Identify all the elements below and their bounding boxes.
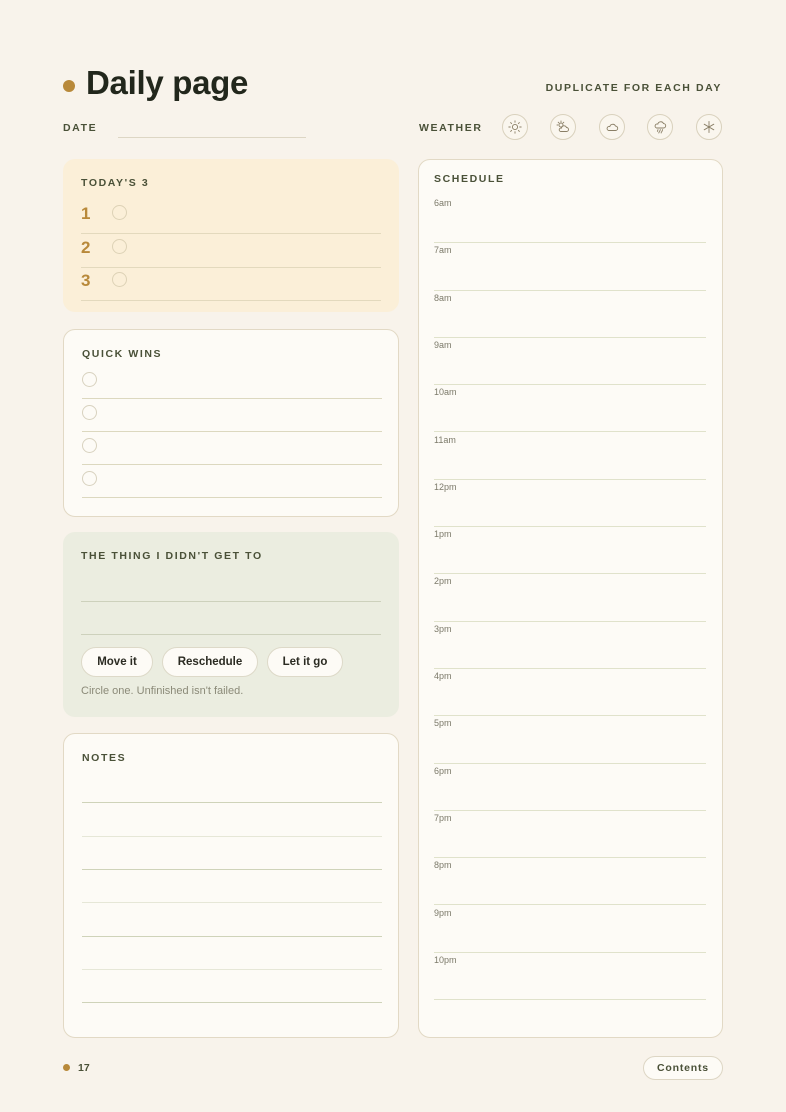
page-number: 17 bbox=[78, 1062, 90, 1074]
time-label: 10am bbox=[434, 387, 457, 398]
schedule-slot[interactable]: 9pm bbox=[434, 906, 706, 953]
time-label: 9pm bbox=[434, 907, 452, 918]
title-bullet bbox=[63, 80, 75, 92]
schedule-slot[interactable]: 7am bbox=[434, 243, 706, 291]
time-label: 6am bbox=[434, 198, 452, 208]
item-number: 3 bbox=[81, 271, 91, 290]
duplicate-note: DUPLICATE FOR EACH DAY bbox=[545, 82, 722, 94]
weather-label: WEATHER bbox=[419, 122, 483, 134]
item-number: 2 bbox=[81, 238, 91, 257]
date-label: DATE bbox=[63, 122, 98, 134]
page-title: Daily page bbox=[86, 64, 249, 101]
time-label: 8pm bbox=[434, 860, 452, 871]
schedule-slot[interactable]: 2pm bbox=[434, 574, 706, 622]
schedule-slot[interactable]: 5pm bbox=[434, 716, 706, 764]
schedule-slot[interactable]: 1pm bbox=[434, 527, 706, 575]
schedule-slot[interactable]: 8pm bbox=[434, 858, 706, 906]
schedule-slot[interactable]: 8am bbox=[434, 291, 706, 338]
time-label: 10pm bbox=[434, 954, 457, 965]
reschedule-button[interactable]: Reschedule bbox=[162, 647, 258, 677]
move-it-button[interactable]: Move it bbox=[81, 647, 153, 677]
writing-line[interactable] bbox=[82, 836, 382, 837]
schedule-slot[interactable]: 6pm bbox=[434, 764, 706, 811]
time-label: 7am bbox=[434, 245, 452, 256]
time-label: 1pm bbox=[434, 529, 452, 540]
checkbox-circle[interactable] bbox=[112, 239, 127, 254]
time-label: 4pm bbox=[434, 671, 452, 681]
item-number: 1 bbox=[81, 204, 91, 223]
quick-win-item[interactable] bbox=[82, 366, 382, 399]
time-label: 8am bbox=[434, 292, 452, 303]
quick-win-item[interactable] bbox=[82, 432, 382, 465]
quick-win-item[interactable] bbox=[82, 399, 382, 432]
schedule-slot[interactable]: 10am bbox=[434, 385, 706, 433]
writing-line[interactable] bbox=[82, 1002, 382, 1003]
time-label: 2pm bbox=[434, 576, 452, 587]
notes-card: NOTES bbox=[63, 733, 399, 1038]
quick-wins-card: QUICK WINS bbox=[63, 329, 399, 517]
schedule-title: SCHEDULE bbox=[434, 173, 505, 185]
schedule-slot[interactable]: 11am bbox=[434, 433, 706, 480]
schedule-slot[interactable]: 10pm bbox=[434, 953, 706, 1001]
circle-one-note: Circle one. Unfinished isn't failed. bbox=[81, 685, 244, 697]
schedule-slot[interactable]: 6am bbox=[434, 196, 706, 244]
writing-line[interactable] bbox=[81, 601, 381, 602]
writing-line[interactable] bbox=[82, 902, 382, 903]
checkbox-circle[interactable] bbox=[112, 272, 127, 287]
schedule-slot[interactable]: 4pm bbox=[434, 669, 706, 717]
time-label: 3pm bbox=[434, 623, 452, 634]
todays-3-item[interactable]: 3 bbox=[81, 267, 381, 301]
time-label: 11am bbox=[434, 434, 456, 445]
writing-line[interactable] bbox=[82, 869, 382, 870]
time-label: 7pm bbox=[434, 812, 452, 823]
time-label: 6pm bbox=[434, 765, 452, 776]
checkbox-circle[interactable] bbox=[82, 372, 97, 387]
todays-3-card: TODAY'S 3 1 2 3 bbox=[63, 159, 399, 312]
time-label: 12pm bbox=[434, 481, 457, 492]
let-it-go-button[interactable]: Let it go bbox=[267, 647, 343, 677]
checkbox-circle[interactable] bbox=[112, 205, 127, 220]
cloud-icon[interactable] bbox=[599, 114, 625, 140]
time-label: 5pm bbox=[434, 718, 452, 729]
schedule-slot[interactable]: 9am bbox=[434, 338, 706, 386]
todays-3-title: TODAY'S 3 bbox=[81, 177, 150, 189]
quick-wins-title: QUICK WINS bbox=[82, 348, 163, 360]
date-field[interactable] bbox=[118, 137, 306, 138]
writing-line[interactable] bbox=[82, 936, 382, 937]
checkbox-circle[interactable] bbox=[82, 438, 97, 453]
snow-icon[interactable] bbox=[696, 114, 722, 140]
schedule-slot[interactable]: 7pm bbox=[434, 811, 706, 859]
todays-3-item[interactable]: 1 bbox=[81, 200, 381, 234]
todays-3-item[interactable]: 2 bbox=[81, 234, 381, 268]
contents-button[interactable]: Contents bbox=[643, 1056, 723, 1080]
unfinished-card: THE THING I DIDN'T GET TO Move it Resche… bbox=[63, 532, 399, 717]
time-label: 9am bbox=[434, 339, 452, 350]
sun-icon[interactable] bbox=[502, 114, 528, 140]
quick-win-item[interactable] bbox=[82, 465, 382, 498]
rain-icon[interactable] bbox=[647, 114, 673, 140]
writing-line[interactable] bbox=[82, 802, 382, 803]
writing-line[interactable] bbox=[81, 634, 381, 635]
unfinished-title: THE THING I DIDN'T GET TO bbox=[81, 550, 263, 562]
partly-cloudy-icon[interactable] bbox=[550, 114, 576, 140]
writing-line[interactable] bbox=[82, 969, 382, 970]
checkbox-circle[interactable] bbox=[82, 471, 97, 486]
notes-title: NOTES bbox=[82, 752, 127, 764]
schedule-card: SCHEDULE 6am 7am 8am 9am 10am 11am 12pm … bbox=[418, 159, 723, 1038]
schedule-slot[interactable]: 3pm bbox=[434, 622, 706, 669]
checkbox-circle[interactable] bbox=[82, 405, 97, 420]
schedule-slot[interactable]: 12pm bbox=[434, 480, 706, 528]
footer-bullet bbox=[63, 1064, 70, 1071]
